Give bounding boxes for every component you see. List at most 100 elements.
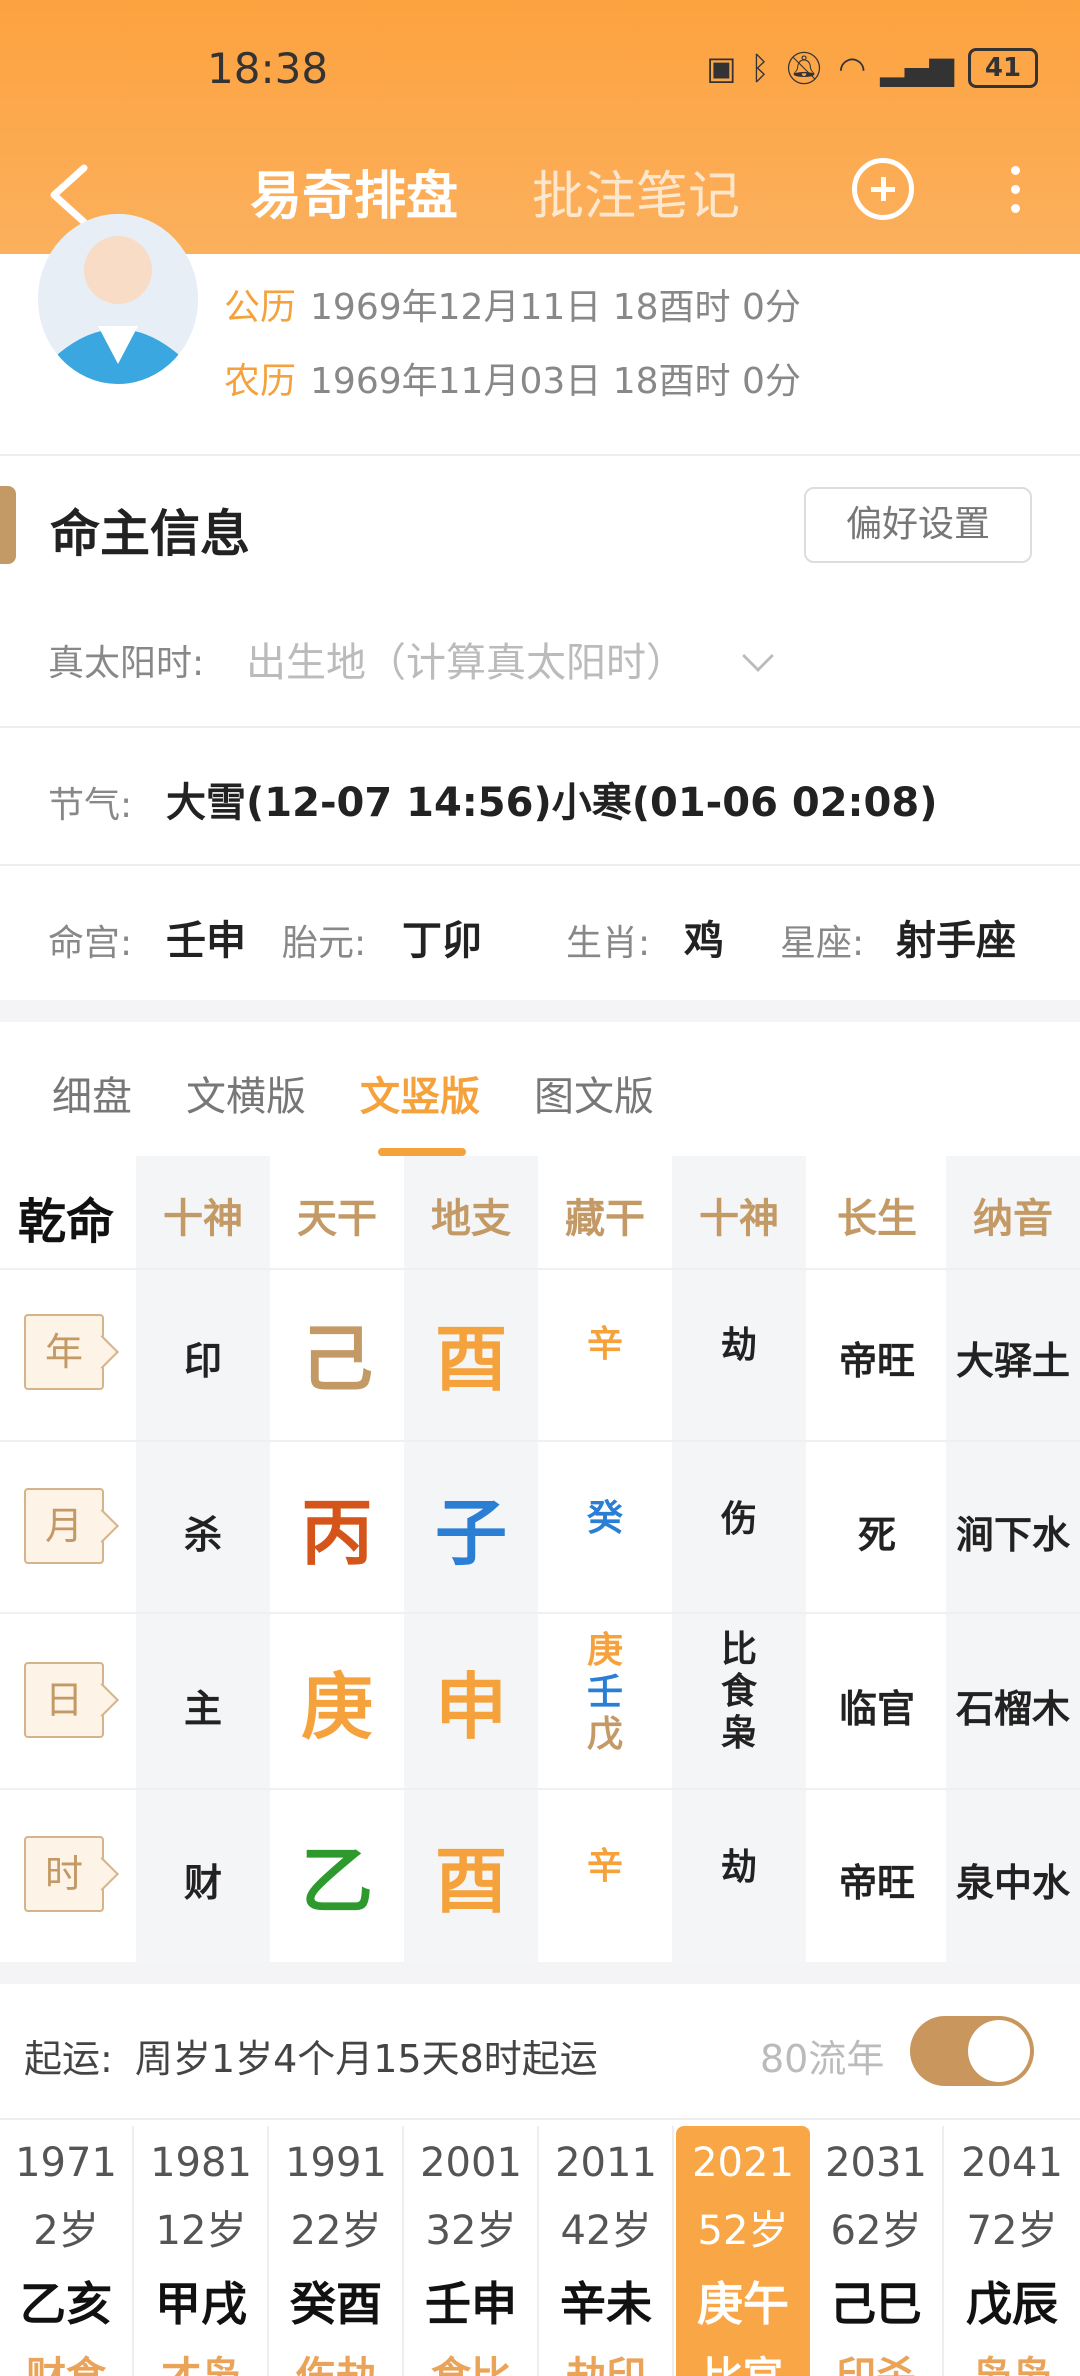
header-tiangan: 天干 bbox=[297, 1196, 377, 1242]
dayun-item[interactable]: 1991 22岁 癸酉 伤劫 bbox=[270, 2126, 404, 2376]
row-divider bbox=[0, 1612, 1080, 1614]
dayun-year: 2031 bbox=[825, 2140, 927, 2186]
status-icons: ▣ ᛒ 🔕︎ ◠ ▂▄▆ 41 bbox=[706, 48, 1038, 88]
toggle-knob bbox=[968, 2020, 1030, 2082]
divider bbox=[0, 2118, 1080, 2120]
birthplace-select[interactable]: 出生地（计算真太阳时） bbox=[246, 630, 686, 688]
dayun-age: 72岁 bbox=[966, 2208, 1058, 2254]
column-shade bbox=[136, 1156, 270, 1962]
dayun-item[interactable]: 2031 62岁 己巳 印杀 bbox=[810, 2126, 944, 2376]
tab-xipan[interactable]: 细盘 bbox=[52, 1064, 132, 1122]
dayun-ganzhi: 辛未 bbox=[560, 2277, 652, 2331]
dayun-item[interactable]: 2001 32岁 壬申 食比 bbox=[405, 2126, 539, 2376]
jieqi-label: 节气: bbox=[48, 785, 133, 826]
xingzuo-label: 星座: bbox=[780, 923, 865, 964]
dizhi-cell: 酉 bbox=[434, 1839, 507, 1923]
dayun-item[interactable]: 1981 12岁 甲戌 才枭 bbox=[135, 2126, 269, 2376]
tab-tuwen[interactable]: 图文版 bbox=[534, 1064, 654, 1122]
dayun-year: 2011 bbox=[555, 2140, 657, 2186]
dayun-shishen: 劫印 bbox=[540, 2344, 672, 2376]
dayun-shishen: 印杀 bbox=[810, 2344, 942, 2376]
qiyun-row: 起运: 周岁1岁4个月15天8时起运 bbox=[24, 2028, 598, 2083]
dayun-item[interactable]: 2011 42岁 辛未 劫印 bbox=[540, 2126, 674, 2376]
shishen2-cell: 伤 bbox=[720, 1499, 757, 1540]
canggan-cell: 戊 bbox=[586, 1714, 623, 1755]
tab-notes[interactable]: 批注笔记 bbox=[532, 154, 740, 229]
tab-wenshu[interactable]: 文竖版 bbox=[360, 1064, 480, 1122]
dayun-age: 42岁 bbox=[560, 2208, 652, 2254]
dayun-item[interactable]: 1971 2岁 乙亥 财食 bbox=[0, 2126, 134, 2376]
shishen2-cell: 比 bbox=[720, 1629, 757, 1670]
xingzuo-value: 射手座 bbox=[896, 918, 1016, 964]
header-shishen: 十神 bbox=[163, 1196, 243, 1242]
add-button[interactable] bbox=[852, 158, 914, 220]
bluetooth-icon: ᛒ bbox=[750, 49, 770, 87]
app-header: 18:38 ▣ ᛒ 🔕︎ ◠ ▂▄▆ 41 易奇排盘 批注笔记 bbox=[0, 0, 1080, 254]
gender-label: 乾命 bbox=[18, 1194, 115, 1250]
tab-wenheng[interactable]: 文横版 bbox=[186, 1064, 306, 1122]
more-menu-button[interactable] bbox=[1000, 162, 1030, 222]
section-gap bbox=[0, 1962, 1080, 1984]
canggan-cell: 辛 bbox=[586, 1846, 623, 1887]
profile-card: 公历 1969年12月11日 18酉时 0分 农历 1969年11月03日 18酉时… bbox=[0, 214, 1080, 454]
shengxiao-label: 生肖: bbox=[566, 923, 651, 964]
taiyuan-value: 丁卯 bbox=[402, 918, 482, 964]
signal-5g-icon: ▂▄▆ bbox=[880, 49, 954, 87]
liunian-label: 80流年 bbox=[760, 2037, 885, 2081]
shengxiao-value: 鸡 bbox=[684, 918, 724, 964]
divider bbox=[0, 454, 1080, 456]
avatar-image bbox=[38, 214, 198, 384]
shishen2-cell: 食 bbox=[720, 1671, 757, 1712]
dayun-year: 2021 bbox=[692, 2140, 794, 2186]
avatar[interactable] bbox=[38, 214, 198, 384]
dayun-ganzhi: 甲戌 bbox=[155, 2277, 247, 2331]
dayun-year: 1971 bbox=[15, 2140, 117, 2186]
dayun-item-current[interactable]: 2021 52岁 庚午 比官 bbox=[676, 2126, 810, 2376]
dizhi-cell: 子 bbox=[434, 1491, 507, 1575]
dayun-ganzhi: 癸酉 bbox=[290, 2277, 382, 2331]
dayun-age: 52岁 bbox=[697, 2208, 789, 2254]
header-changsheng: 长生 bbox=[837, 1196, 917, 1242]
dayun-year: 1981 bbox=[150, 2140, 252, 2186]
header-shishen2: 十神 bbox=[699, 1196, 779, 1242]
lunar-date-row: 农历 1969年11月03日 18酉时 0分 bbox=[224, 352, 801, 404]
liunian-toggle[interactable] bbox=[910, 2016, 1034, 2086]
row-divider bbox=[0, 1440, 1080, 1442]
preferences-button[interactable]: 偏好设置 bbox=[804, 487, 1032, 563]
header-canggan: 藏干 bbox=[565, 1196, 645, 1242]
divider bbox=[0, 726, 1080, 728]
wifi-icon: ◠ bbox=[838, 49, 867, 87]
pillar-month: 月 bbox=[24, 1488, 104, 1564]
battery-indicator: 41 bbox=[968, 48, 1038, 88]
dayun-item[interactable]: 2041 72岁 戊辰 枭枭 bbox=[945, 2126, 1079, 2376]
solar-label: 公历 bbox=[224, 287, 297, 328]
dayun-ganzhi: 乙亥 bbox=[20, 2277, 112, 2331]
nayin-cell: 涧下水 bbox=[955, 1513, 1070, 1557]
active-tab-indicator bbox=[378, 1148, 466, 1156]
changsheng-cell: 临官 bbox=[838, 1687, 915, 1731]
status-bar: 18:38 ▣ ᛒ 🔕︎ ◠ ▂▄▆ 41 bbox=[0, 0, 1080, 132]
shishen-cell: 印 bbox=[183, 1339, 222, 1383]
dayun-age: 12岁 bbox=[155, 2208, 247, 2254]
chevron-down-icon[interactable] bbox=[742, 640, 774, 672]
dayun-shishen: 比官 bbox=[676, 2344, 810, 2376]
mute-icon: 🔕︎ bbox=[783, 49, 825, 87]
dayun-year: 2041 bbox=[961, 2140, 1063, 2186]
tiangan-cell: 己 bbox=[300, 1317, 373, 1401]
pillar-day: 日 bbox=[24, 1662, 104, 1738]
column-shade bbox=[672, 1156, 806, 1962]
shishen2-cell: 劫 bbox=[720, 1325, 757, 1366]
tab-paipan[interactable]: 易奇排盘 bbox=[250, 154, 458, 229]
shishen-cell: 财 bbox=[183, 1861, 222, 1905]
dayun-ganzhi: 庚午 bbox=[697, 2277, 789, 2331]
lunar-label: 农历 bbox=[224, 361, 297, 402]
qiyun-label: 起运: bbox=[24, 2037, 113, 2081]
shishen-cell: 主 bbox=[183, 1687, 222, 1731]
column-shade bbox=[946, 1156, 1080, 1962]
dayun-age: 62岁 bbox=[830, 2208, 922, 2254]
header-dizhi: 地支 bbox=[431, 1196, 511, 1242]
changsheng-cell: 帝旺 bbox=[838, 1339, 915, 1383]
qiyun-value: 周岁1岁4个月15天8时起运 bbox=[134, 2037, 598, 2081]
dizhi-cell: 申 bbox=[434, 1665, 507, 1749]
tiangan-cell: 庚 bbox=[300, 1665, 373, 1749]
